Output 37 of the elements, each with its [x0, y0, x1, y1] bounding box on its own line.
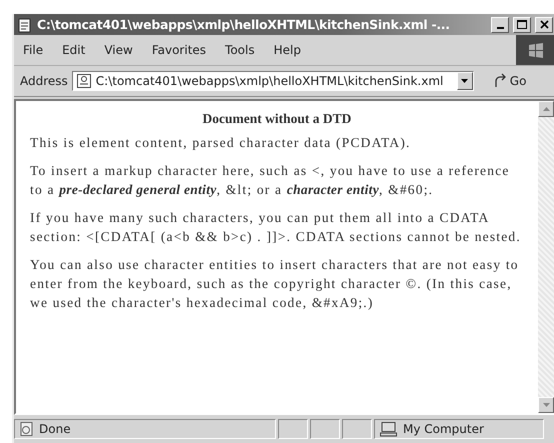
page-icon — [19, 421, 35, 437]
scrollbar[interactable] — [538, 101, 554, 413]
minimize-button[interactable] — [491, 16, 509, 32]
page-icon — [76, 73, 92, 89]
window-title: C:\tomcat401\webapps\xmlp\helloXHTML\kitchenSink.xml -... — [37, 17, 450, 32]
computer-icon — [379, 421, 399, 437]
menu-item[interactable]: Tools — [216, 43, 265, 57]
status-pane — [342, 419, 372, 439]
minimize-icon — [496, 26, 504, 28]
caret-icon — [461, 79, 468, 83]
maximize-icon — [517, 20, 527, 29]
close-icon — [540, 20, 548, 29]
page-icon — [17, 16, 33, 32]
paragraph: You can also use character entities to insert characters that are not easy to enter from the keyboard, such as the copyright character ©. (In this case, we used the character's hexadecimal code, &#xA9;.) — [30, 256, 520, 312]
address-field[interactable]: C:\tomcat401\webapps\xmlp\helloXHTML\kitchenSink.xml — [72, 71, 474, 91]
status-text: Done — [39, 422, 71, 436]
go-button[interactable]: Go — [488, 73, 530, 89]
maximize-button[interactable] — [513, 16, 531, 32]
status-pane — [310, 419, 340, 439]
down-arrow-icon — [542, 403, 550, 407]
close-button[interactable] — [535, 16, 553, 32]
dropdown-button[interactable] — [456, 72, 473, 90]
menu-item[interactable]: View — [95, 43, 143, 57]
paragraph: This is element content, parsed character data (PCDATA). — [30, 134, 412, 152]
menu-item[interactable]: Help — [264, 43, 311, 57]
menu-item[interactable]: Favorites — [142, 43, 216, 57]
menu-item[interactable]: Edit — [53, 43, 96, 57]
paragraph: To insert a markup character here, such as <, you have to use a reference to a pre-declared general entity, &lt; or a character entity, &#60;. — [30, 162, 511, 199]
paragraph: If you have many such characters, you can put them all into a CDATA section: <[CDATA[ (a<b && b>c) . ]]>. CDATA sections cannot be nested. — [30, 209, 522, 246]
menu-item[interactable]: File — [14, 43, 54, 57]
scroll-up-button[interactable] — [538, 101, 554, 117]
document-heading: Document without a DTD — [202, 111, 352, 127]
scroll-down-button[interactable] — [538, 397, 554, 413]
up-arrow-icon — [542, 107, 550, 111]
zone-text: My Computer — [403, 422, 484, 436]
address-label: Address — [20, 74, 68, 88]
status-pane — [278, 419, 308, 439]
